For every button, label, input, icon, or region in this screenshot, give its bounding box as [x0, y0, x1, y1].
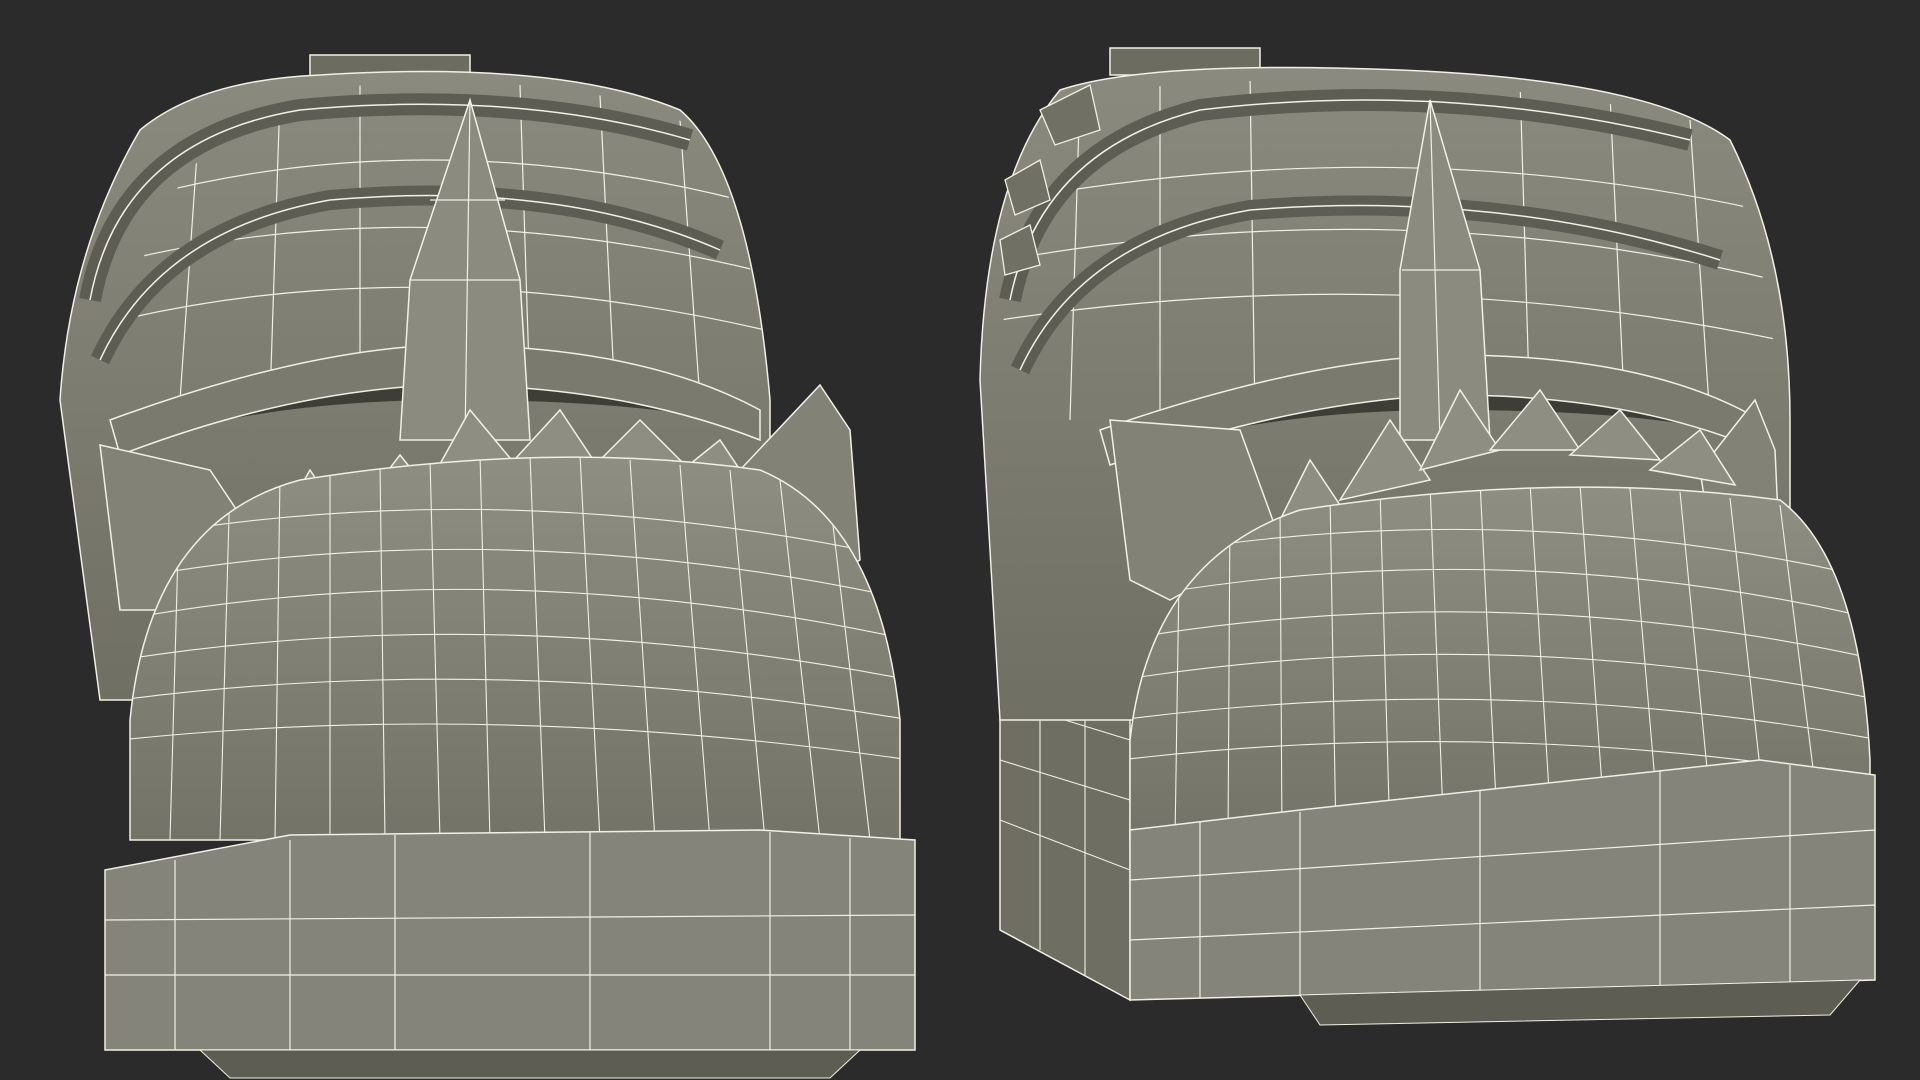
render-viewport — [0, 0, 1920, 1080]
wireframe-render — [59, 47, 1876, 1079]
right-shoe-three-quarter-view — [979, 47, 1876, 1026]
left-shoe-front-view — [59, 54, 916, 1079]
